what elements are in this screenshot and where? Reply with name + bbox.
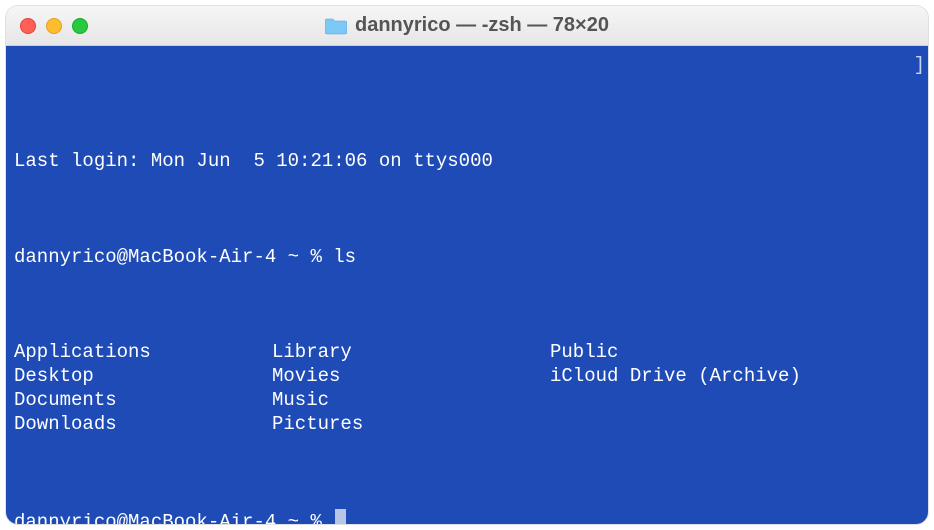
last-login-line: Last login: Mon Jun 5 10:21:06 on ttys00… — [14, 150, 924, 174]
prompt-line-1: dannyrico@MacBook-Air-4 ~ % ls — [14, 246, 924, 270]
folder-icon — [325, 17, 347, 35]
titlebar[interactable]: dannyrico — -zsh — 78×20 — [6, 6, 928, 46]
list-item — [550, 413, 924, 437]
list-item: Pictures — [272, 413, 550, 437]
terminal-viewport[interactable]: ] Last login: Mon Jun 5 10:21:06 on ttys… — [6, 46, 928, 524]
window-title: dannyrico — -zsh — 78×20 — [355, 14, 609, 37]
window-title-wrap: dannyrico — -zsh — 78×20 — [6, 14, 928, 37]
list-item: Documents — [14, 389, 272, 413]
list-item: Downloads — [14, 413, 272, 437]
scrollbar-hint: ] — [914, 54, 925, 78]
list-item: Music — [272, 389, 550, 413]
list-item: Public — [550, 341, 924, 365]
terminal-window: dannyrico — -zsh — 78×20 ] Last login: M… — [6, 6, 928, 524]
cursor-icon — [335, 509, 346, 524]
minimize-icon[interactable] — [46, 18, 62, 34]
list-item: Movies — [272, 365, 550, 389]
close-icon[interactable] — [20, 18, 36, 34]
window-controls — [20, 18, 88, 34]
prompt-line-2: dannyrico@MacBook-Air-4 ~ % — [14, 509, 924, 524]
list-item: Applications — [14, 341, 272, 365]
ls-output: Applications Library Public Desktop Movi… — [14, 341, 924, 437]
list-item: Desktop — [14, 365, 272, 389]
zoom-icon[interactable] — [72, 18, 88, 34]
prompt-user: dannyrico@MacBook-Air-4 ~ % — [14, 246, 333, 268]
list-item: Library — [272, 341, 550, 365]
prompt-user: dannyrico@MacBook-Air-4 ~ % — [14, 511, 333, 524]
list-item — [550, 389, 924, 413]
prompt-command: ls — [333, 246, 356, 268]
list-item: iCloud Drive (Archive) — [550, 365, 924, 389]
